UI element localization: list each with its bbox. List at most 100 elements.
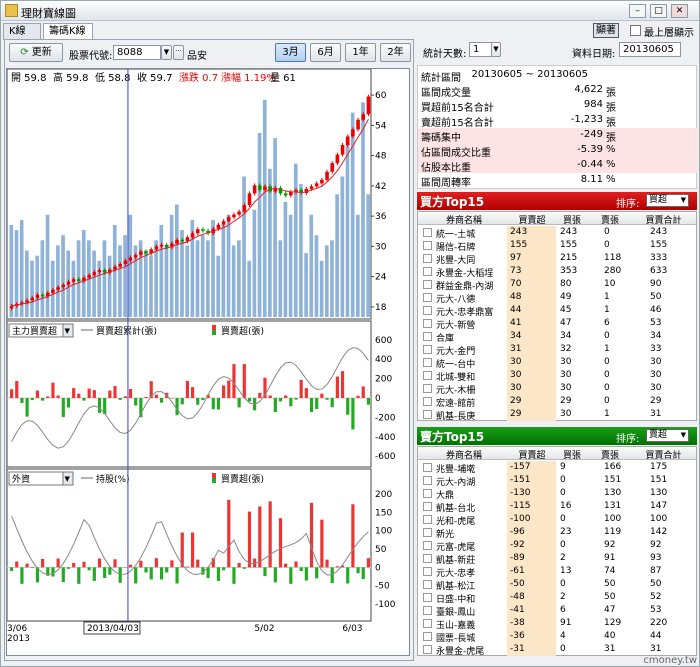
table-row[interactable]: 國票-長城 -36 4 40 44	[418, 630, 696, 644]
always-on-top-checkbox[interactable]	[630, 25, 641, 36]
chart-area[interactable]: 18 24 30 36 42 48 54 60 開 59.8 高 59.8 低 58.8 收 59.7…	[6, 68, 410, 656]
row-checkbox[interactable]	[423, 554, 432, 563]
table-row[interactable]: 元大-八德 48 49 1 50	[418, 291, 696, 305]
row-checkbox[interactable]	[423, 280, 432, 289]
y-tick-label: 0	[375, 563, 381, 573]
table-row[interactable]: 元大-忠孝 -61 13 74 87	[418, 565, 696, 579]
stock-search-button[interactable]: ···	[173, 45, 184, 60]
column-header[interactable]: 買賣合計	[636, 448, 691, 461]
row-checkbox[interactable]	[423, 241, 432, 250]
table-row[interactable]: 元大-內湖 -151 0 151 151	[418, 474, 696, 488]
table-cell: 1	[604, 344, 610, 354]
date-input[interactable]: 20130605	[619, 42, 681, 57]
refresh-button[interactable]: ⟳ 更新	[9, 43, 63, 62]
minimize-button[interactable]: –	[629, 4, 646, 18]
column-header[interactable]: 買賣超	[510, 213, 554, 226]
range-2y-button[interactable]: 2年	[380, 43, 411, 62]
row-checkbox[interactable]	[423, 463, 432, 472]
range-1y-button[interactable]: 1年	[345, 43, 376, 62]
table-row[interactable]: 北城-雙和 30 30 0 30	[418, 369, 696, 383]
row-checkbox[interactable]	[423, 593, 432, 602]
table-row[interactable]: 永豐金-大稻埕 73 353 280 633	[418, 265, 696, 279]
stat-row: 區間成交量 4,622 張	[418, 83, 698, 99]
column-header[interactable]: 賣張	[590, 213, 630, 226]
row-checkbox[interactable]	[423, 293, 432, 302]
table-row[interactable]: 大鼎 -130 0 130 130	[418, 487, 696, 501]
row-checkbox[interactable]	[423, 606, 432, 615]
table-row[interactable]: 凱基-台北 -115 16 131 147	[418, 500, 696, 514]
row-checkbox[interactable]	[423, 397, 432, 406]
row-checkbox[interactable]	[423, 319, 432, 328]
row-checkbox[interactable]	[423, 306, 432, 315]
row-checkbox[interactable]	[423, 645, 432, 654]
row-checkbox[interactable]	[423, 267, 432, 276]
flow-bar	[92, 390, 96, 398]
row-checkbox[interactable]	[423, 632, 432, 641]
table-row[interactable]: 兆豐-大同 97 215 118 333	[418, 252, 696, 266]
close-button[interactable]: ✕	[671, 4, 688, 18]
flow-bar	[247, 398, 252, 402]
table-row[interactable]: 元富-虎尾 -92 0 92 92	[418, 539, 696, 553]
row-checkbox[interactable]	[423, 254, 432, 263]
column-header[interactable]: 賣張	[590, 448, 630, 461]
row-checkbox[interactable]	[423, 332, 432, 341]
column-header[interactable]: 買賣合計	[636, 213, 691, 226]
volume-bar	[174, 204, 179, 317]
row-checkbox[interactable]	[423, 476, 432, 485]
column-header[interactable]: 買張	[557, 448, 587, 461]
table-row[interactable]: 新光 -96 23 119 142	[418, 526, 696, 540]
flow-bar	[77, 393, 81, 398]
table-row[interactable]: 統一-土城 243 243 0 243	[418, 226, 696, 240]
row-checkbox[interactable]	[423, 384, 432, 393]
column-header[interactable]: 券商名稱	[428, 213, 500, 226]
row-checkbox[interactable]	[423, 515, 432, 524]
row-checkbox[interactable]	[423, 410, 432, 419]
table-row[interactable]: 群益金鼎-內湖 70 80 10 90	[418, 278, 696, 292]
table-row[interactable]: 元大-木柵 30 30 0 30	[418, 382, 696, 396]
table-cell: 70	[510, 279, 522, 289]
column-header[interactable]: 買賣超	[510, 448, 554, 461]
row-checkbox[interactable]	[423, 528, 432, 537]
table-row[interactable]: 合庫 34 34 0 34	[418, 330, 696, 344]
table-row[interactable]: 玉山-嘉義 -38 91 129 220	[418, 617, 696, 631]
table-row[interactable]: 陽信-石牌 155 155 0 155	[418, 239, 696, 253]
table-row[interactable]: 兆豐-埔墘 -157 9 166 175	[418, 461, 696, 475]
stock-code-input[interactable]: 8088	[113, 45, 161, 60]
row-checkbox[interactable]	[423, 580, 432, 589]
table-row[interactable]: 凱基-松江 -50 0 50 50	[418, 578, 696, 592]
row-checkbox[interactable]	[423, 228, 432, 237]
stock-code-dropdown[interactable]: ▼	[161, 45, 172, 60]
chart-svg[interactable]: 18 24 30 36 42 48 54 60 開 59.8 高 59.8 低 58.8 收 59.7…	[6, 68, 409, 644]
buy-sort-select[interactable]: 買超 ▼	[646, 194, 689, 207]
table-row[interactable]: 宏遠-館前 29 29 0 29	[418, 395, 696, 409]
candle-body	[226, 217, 231, 222]
table-row[interactable]: 元大-金門 31 32 1 33	[418, 343, 696, 357]
table-row[interactable]: 元大-新營 41 47 6 53	[418, 317, 696, 331]
candle-body	[144, 251, 148, 254]
display-button[interactable]: 顯著	[593, 23, 619, 38]
maximize-button[interactable]: □	[650, 4, 667, 18]
range-3m-button[interactable]: 3月	[275, 43, 306, 62]
table-row[interactable]: 光和-虎尾 -100 0 100 100	[418, 513, 696, 527]
tab-kline[interactable]: K線圖	[3, 23, 41, 53]
sell-sort-select[interactable]: 賣超 ▼	[646, 429, 689, 442]
table-row[interactable]: 統一-台中 30 30 0 30	[418, 356, 696, 370]
table-row[interactable]: 凱基-新莊 -89 2 91 93	[418, 552, 696, 566]
table-row[interactable]: 凱基-長庚 29 30 1 31	[418, 408, 696, 422]
row-checkbox[interactable]	[423, 619, 432, 628]
column-header[interactable]: 買張	[557, 213, 587, 226]
candle-body	[190, 233, 195, 238]
table-row[interactable]: 臺銀-鳳山 -41 6 47 53	[418, 604, 696, 618]
column-header[interactable]: 券商名稱	[428, 448, 500, 461]
row-checkbox[interactable]	[423, 371, 432, 380]
table-row[interactable]: 元大-忠孝鼎富 44 45 1 46	[418, 304, 696, 318]
days-dropdown[interactable]: ▼	[491, 42, 501, 57]
row-checkbox[interactable]	[423, 345, 432, 354]
row-checkbox[interactable]	[423, 567, 432, 576]
row-checkbox[interactable]	[423, 502, 432, 511]
range-6m-button[interactable]: 6月	[310, 43, 341, 62]
row-checkbox[interactable]	[423, 489, 432, 498]
row-checkbox[interactable]	[423, 541, 432, 550]
row-checkbox[interactable]	[423, 358, 432, 367]
table-row[interactable]: 日盛-中和 -48 2 50 52	[418, 591, 696, 605]
